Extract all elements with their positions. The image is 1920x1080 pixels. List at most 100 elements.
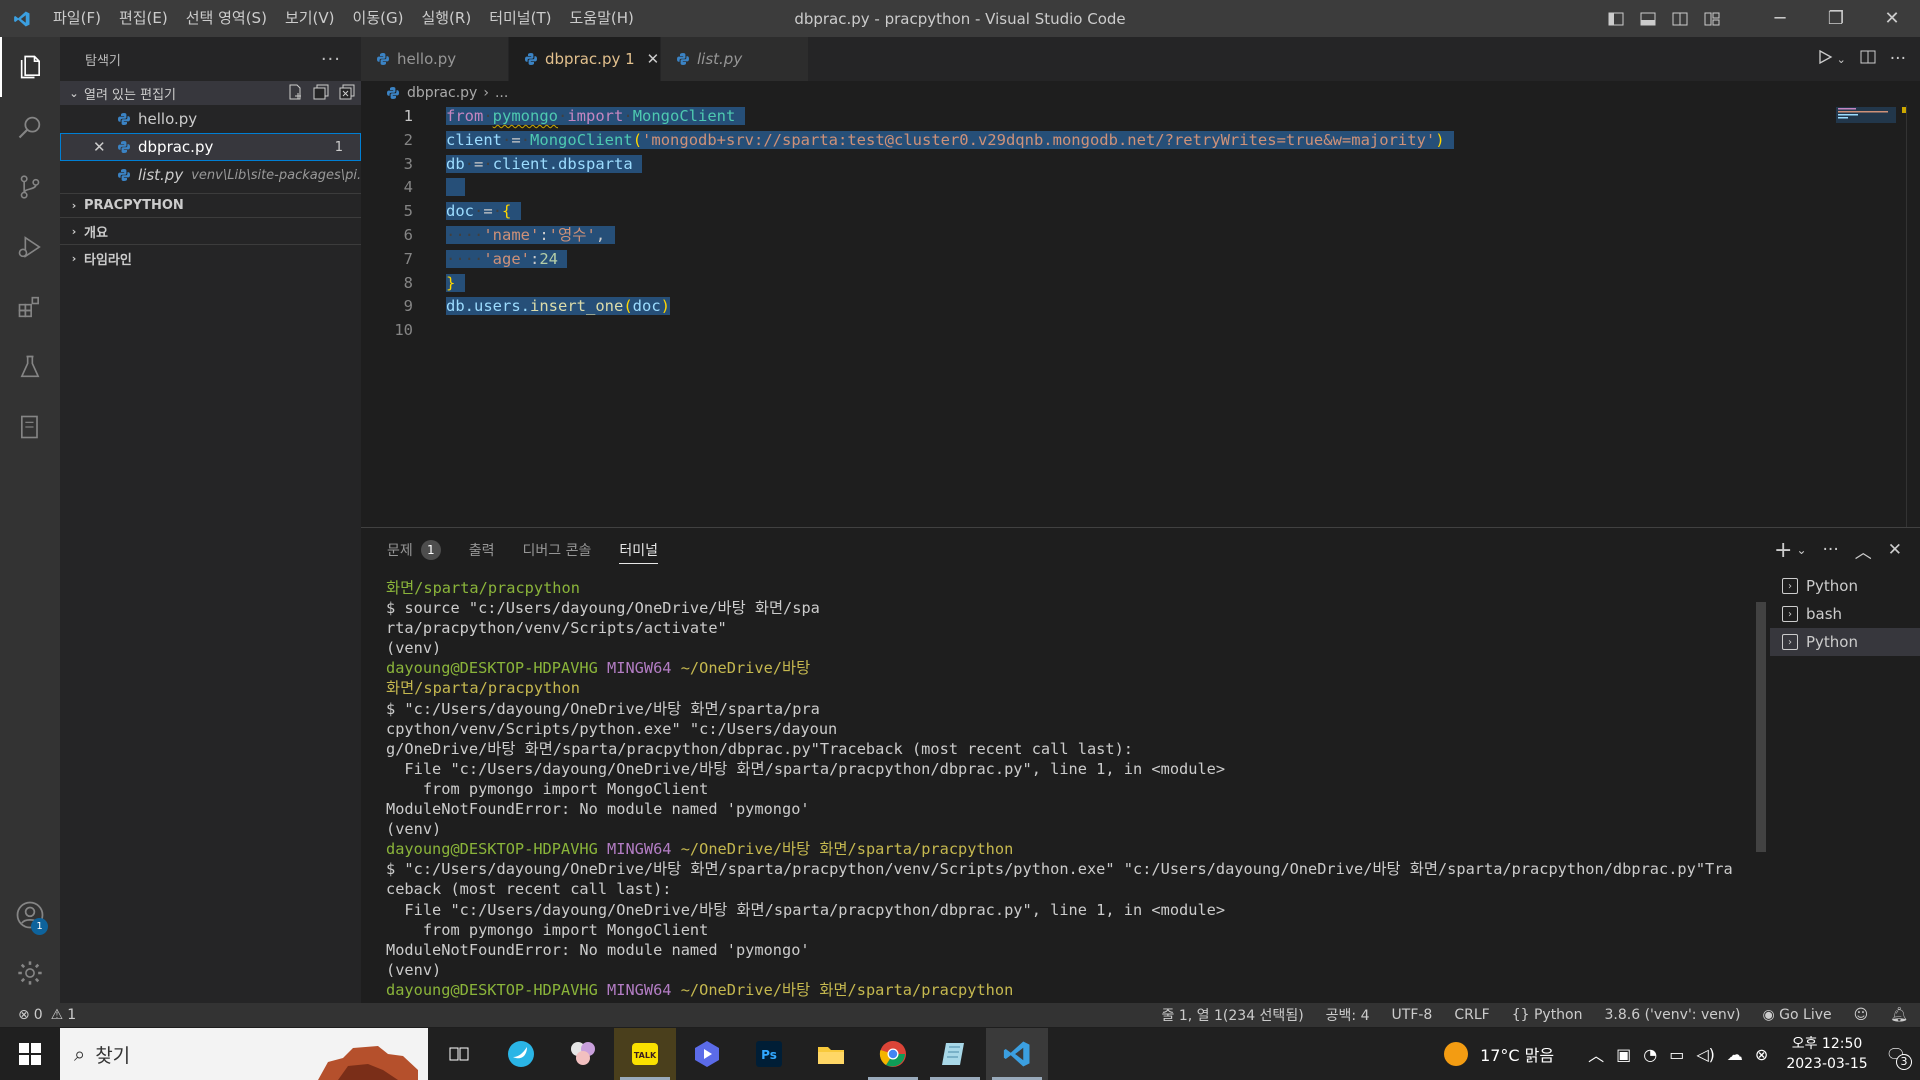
open-editor-dbprac-py[interactable]: ✕ dbprac.py 1 [60, 133, 361, 161]
extensions-icon[interactable] [0, 277, 60, 337]
terminal-scrollbar[interactable] [1756, 572, 1770, 952]
terminal-instance-python[interactable]: › Python [1770, 572, 1920, 600]
cursor-position[interactable]: 줄 1, 열 1(234 선택됨) [1162, 1005, 1304, 1025]
python-interpreter[interactable]: 3.8.6 ('venv': venv) [1605, 1007, 1741, 1023]
file-explorer-icon[interactable] [800, 1028, 862, 1080]
battery-icon[interactable]: ▭ [1669, 1045, 1684, 1064]
toggle-panel-icon[interactable] [1632, 0, 1664, 37]
more-actions-icon[interactable]: ··· [321, 49, 341, 70]
minimize-button[interactable]: ─ [1752, 0, 1808, 37]
menu-run[interactable]: 실행(R) [412, 0, 480, 37]
editor-scrollbar[interactable] [1906, 105, 1920, 527]
toggle-secondary-sidebar-icon[interactable] [1664, 0, 1696, 37]
weather-sun-icon[interactable] [1444, 1042, 1469, 1066]
tab-list-py[interactable]: list.py [661, 37, 809, 81]
section-timeline[interactable]: › 타임라인 [60, 244, 361, 271]
save-all-icon[interactable] [313, 84, 329, 100]
breadcrumb-symbol[interactable]: ... [495, 85, 508, 101]
run-dropdown-chevron-icon[interactable]: ⌄ [1837, 53, 1846, 66]
menu-file[interactable]: 파일(F) [44, 0, 110, 37]
chevron-up-icon[interactable]: ︿ [1588, 1042, 1604, 1066]
clock[interactable]: 오후 12:50 2023-03-15 [1786, 1034, 1867, 1074]
menu-go[interactable]: 이동(G) [344, 0, 413, 37]
panel-more-actions-icon[interactable]: ··· [1823, 540, 1839, 560]
app-bird-icon[interactable] [490, 1028, 552, 1080]
notification-center-icon[interactable]: 🗨︎ 3 [1886, 1045, 1912, 1070]
close-tab-icon[interactable]: ✕ [647, 50, 660, 68]
panel-tab-problems[interactable]: 문제 1 [387, 528, 441, 572]
menu-edit[interactable]: 편집(E) [110, 0, 177, 37]
weather-text[interactable]: 17°C 맑음 [1480, 1042, 1554, 1066]
terminal-output[interactable]: 화면/sparta/pracpython $ source "c:/Users/d… [386, 578, 1920, 1000]
menu-terminal[interactable]: 터미널(T) [480, 0, 560, 37]
source-control-icon[interactable] [0, 157, 60, 217]
remote-explorer-icon[interactable] [0, 397, 60, 457]
customize-layout-icon[interactable] [1696, 0, 1728, 37]
panel-tab-output[interactable]: 출력 [469, 528, 495, 572]
minimap[interactable] [1836, 107, 1906, 127]
breadcrumb-file[interactable]: dbprac.py [407, 85, 477, 101]
tab-hello-py[interactable]: hello.py [361, 37, 509, 81]
new-terminal-plus-icon[interactable]: + [1774, 538, 1792, 563]
menu-help[interactable]: 도움말(H) [560, 0, 642, 37]
account-icon[interactable]: 1 [0, 885, 60, 945]
terminal-dropdown-chevron-icon[interactable]: ⌄ [1796, 543, 1806, 557]
testing-icon[interactable] [0, 337, 60, 397]
volume-icon[interactable]: ◁) [1696, 1045, 1715, 1064]
task-view-icon[interactable] [428, 1028, 490, 1080]
close-window-button[interactable]: ✕ [1864, 0, 1920, 37]
code-editor[interactable]: 1 from·pymongo·import·MongoClient 2 client… [361, 105, 1920, 343]
encoding[interactable]: UTF-8 [1392, 1007, 1433, 1023]
open-editor-hello-py[interactable]: hello.py [60, 105, 361, 133]
app-pinwheel-icon[interactable] [552, 1028, 614, 1080]
panel-tab-terminal[interactable]: 터미널 [619, 528, 658, 572]
go-live-button[interactable]: ◉ Go Live [1762, 1007, 1831, 1023]
problems-status[interactable]: ⊗ 0 ⚠ 1 [18, 1007, 76, 1023]
run-python-file-icon[interactable] [1817, 49, 1833, 69]
maximize-panel-chevron-up-icon[interactable]: ︿ [1855, 538, 1872, 563]
toggle-sidebar-icon[interactable] [1600, 0, 1632, 37]
tab-dbprac-py[interactable]: dbprac.py 1 ✕ [509, 37, 661, 81]
indentation[interactable]: 공백: 4 [1326, 1005, 1370, 1025]
photoshop-icon[interactable]: Ps [738, 1028, 800, 1080]
menu-selection[interactable]: 선택 영역(S) [177, 0, 276, 37]
close-all-icon[interactable] [339, 84, 355, 100]
line-ending[interactable]: CRLF [1454, 1007, 1489, 1023]
kakaotalk-icon[interactable]: TALK [614, 1028, 676, 1080]
app-notepad-icon[interactable] [924, 1028, 986, 1080]
chrome-icon[interactable] [862, 1028, 924, 1080]
panel-tab-debug-console[interactable]: 디버그 콘솔 [523, 528, 592, 572]
feedback-icon[interactable]: ☺ [1854, 1007, 1869, 1023]
settings-gear-icon[interactable] [0, 943, 60, 1003]
windows-start-icon[interactable] [0, 1028, 60, 1080]
terminal-line: from pymongo import MongoClient [386, 779, 1920, 799]
vscode-taskbar-icon[interactable] [986, 1028, 1048, 1080]
run-debug-icon[interactable] [0, 217, 60, 277]
menu-view[interactable]: 보기(V) [276, 0, 344, 37]
taskbar-search-box[interactable]: ⌕ 찾기 [60, 1028, 428, 1080]
terminal-text: dayoung@DESKTOP-HDPAVHG [386, 980, 608, 999]
maximize-button[interactable]: ❐ [1808, 0, 1864, 37]
new-untitled-file-icon[interactable] [287, 84, 303, 100]
terminal-scroll-thumb[interactable] [1756, 602, 1766, 852]
explorer-icon[interactable] [0, 37, 60, 97]
status-x-icon[interactable]: ⊗ [1755, 1045, 1768, 1064]
section-pracpython[interactable]: › PRACPYTHON [60, 193, 361, 217]
onedrive-cloud-icon[interactable]: ☁ [1727, 1045, 1743, 1064]
app-hexagon-icon[interactable] [676, 1028, 738, 1080]
editor-more-actions-icon[interactable]: ··· [1890, 49, 1906, 69]
split-editor-icon[interactable] [1860, 49, 1876, 69]
search-icon[interactable] [0, 97, 60, 157]
open-editors-section[interactable]: ⌄ 열려 있는 편집기 [60, 81, 361, 105]
meet-icon[interactable]: ▣ [1616, 1045, 1631, 1064]
section-outline[interactable]: › 개요 [60, 217, 361, 244]
terminal-instance-bash[interactable]: › bash [1770, 600, 1920, 628]
language-mode[interactable]: {} Python [1512, 1007, 1583, 1023]
terminal-instance-python-active[interactable]: › Python [1770, 628, 1920, 656]
language-label: Python [1533, 1007, 1583, 1023]
notifications-bell-icon[interactable]: 🔔︎ [1890, 1007, 1908, 1023]
close-icon[interactable]: ✕ [93, 138, 118, 156]
open-editor-list-py[interactable]: list.py venv\Lib\site-packages\pi... [60, 161, 361, 189]
close-panel-icon[interactable]: ✕ [1888, 540, 1902, 560]
wifi-icon[interactable]: ◔ [1643, 1045, 1657, 1064]
